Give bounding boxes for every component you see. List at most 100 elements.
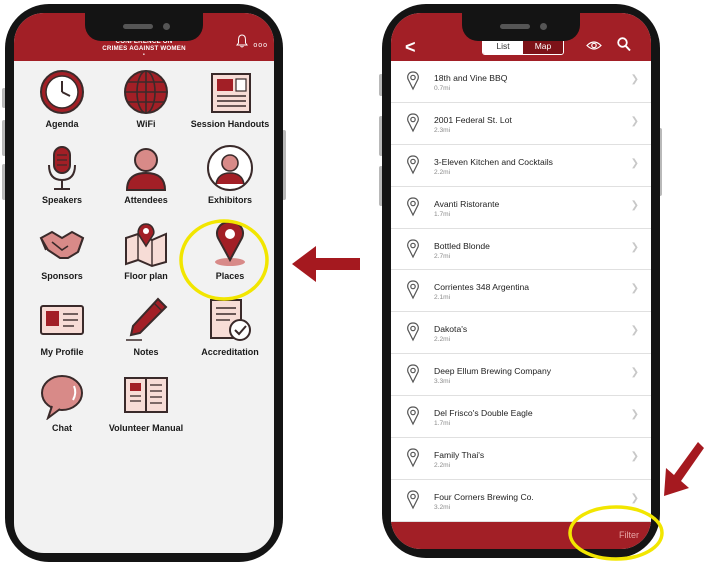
search-icon[interactable] [617, 37, 631, 52]
place-row[interactable]: 3-Eleven Kitchen and Cocktails 2.2mi ❯ [391, 144, 651, 187]
location-pin-icon [407, 113, 419, 133]
place-row[interactable]: 2001 Federal St. Lot 2.3mi ❯ [391, 102, 651, 145]
tile-attendees[interactable]: Attendees [104, 140, 188, 216]
place-row[interactable]: Avanti Ristorante 1.7mi ❯ [391, 186, 651, 229]
phone-notch [85, 13, 203, 41]
place-name: 3-Eleven Kitchen and Cocktails [434, 156, 553, 167]
tab-map[interactable]: Map [523, 39, 563, 54]
place-distance: 3.3mi [434, 378, 451, 386]
chevron-right-icon: ❯ [630, 451, 639, 463]
place-row[interactable]: Corrientes 348 Argentina 2.1mi ❯ [391, 270, 651, 313]
tab-list[interactable]: List [483, 39, 523, 54]
tile-label: Exhibitors [207, 195, 252, 205]
place-name: Del Frisco's Double Eagle [434, 408, 533, 419]
location-pin-icon [407, 490, 419, 510]
place-name: Bottled Blonde [434, 240, 490, 251]
tile-speakers[interactable]: Speakers [20, 140, 104, 216]
more-menu-icon[interactable]: ooo [253, 42, 268, 49]
chevron-right-icon: ❯ [630, 74, 639, 85]
pen-icon [126, 297, 168, 341]
place-distance: 2.2mi [434, 168, 451, 176]
chevron-right-icon: ❯ [630, 367, 639, 379]
chevron-right-icon: ❯ [630, 241, 639, 253]
right-phone-frame: < List Map 18th and Vine BBQ 0.7mi ❯ 200… [382, 4, 660, 558]
chat-bubble-icon [41, 375, 83, 420]
tile-chat[interactable]: Chat [20, 368, 104, 444]
chevron-right-icon: ❯ [630, 492, 639, 504]
location-pin-icon [407, 280, 419, 300]
filter-highlight-circle [568, 505, 664, 561]
eye-icon[interactable] [586, 40, 602, 51]
notification-bell-icon[interactable] [236, 34, 248, 48]
tile-label: Sponsors [41, 271, 83, 281]
globe-icon [124, 70, 168, 114]
tile-my-profile[interactable]: My Profile [20, 292, 104, 368]
tile-agenda[interactable]: Agenda [20, 64, 104, 140]
tile-label: Speakers [41, 195, 83, 205]
place-distance: 1.7mi [434, 210, 451, 218]
tile-sponsors[interactable]: Sponsors [20, 216, 104, 292]
arrow-to-places-icon [292, 246, 360, 282]
place-row[interactable]: Bottled Blonde 2.7mi ❯ [391, 228, 651, 271]
chevron-right-icon: ❯ [630, 115, 639, 127]
tile-volunteer-manual[interactable]: Volunteer Manual [104, 368, 188, 444]
places-list: 18th and Vine BBQ 0.7mi ❯ 2001 Federal S… [391, 61, 651, 522]
place-name: 2001 Federal St. Lot [434, 114, 512, 125]
id-card-icon [40, 305, 84, 335]
place-row[interactable]: Del Frisco's Double Eagle 1.7mi ❯ [391, 396, 651, 439]
tile-label: Attendees [124, 195, 168, 205]
place-name: Four Corners Brewing Co. [434, 491, 534, 502]
tile-label: Notes [133, 347, 159, 357]
tile-session-handouts[interactable]: Session Handouts [188, 64, 272, 140]
clock-icon [40, 70, 84, 114]
place-row[interactable]: Dakota's 2.2mi ❯ [391, 312, 651, 355]
phone-notch [462, 13, 580, 41]
tile-label: My Profile [40, 347, 84, 357]
tile-label: Floor plan [124, 271, 168, 281]
location-pin-icon [407, 155, 419, 175]
place-row[interactable]: Family Thai's 2.2mi ❯ [391, 438, 651, 480]
place-name: 18th and Vine BBQ [434, 73, 508, 83]
place-distance: 0.7mi [434, 85, 451, 92]
tile-label: Accreditation [201, 347, 259, 357]
place-distance: 2.7mi [434, 252, 451, 260]
tile-label: Session Handouts [190, 119, 270, 129]
location-pin-icon [407, 197, 419, 217]
chevron-right-icon: ❯ [630, 283, 639, 295]
tile-label: WiFi [136, 119, 156, 129]
location-pin-icon [407, 364, 419, 384]
place-name: Family Thai's [434, 450, 485, 461]
tile-wifi[interactable]: WiFi [104, 64, 188, 140]
tile-floor-plan[interactable]: Floor plan [104, 216, 188, 292]
place-name: Dakota's [434, 324, 468, 335]
tile-label: Agenda [45, 119, 79, 129]
chevron-right-icon: ❯ [630, 157, 639, 169]
certificate-icon [210, 299, 251, 341]
location-pin-icon [407, 71, 419, 91]
map-icon [125, 223, 167, 268]
tile-accreditation[interactable]: Accreditation [188, 292, 272, 368]
place-row[interactable]: 18th and Vine BBQ 0.7mi ❯ [391, 61, 651, 103]
location-pin-icon [407, 448, 419, 468]
book-icon [124, 377, 168, 413]
right-phone-screen: < List Map 18th and Vine BBQ 0.7mi ❯ 200… [391, 13, 651, 549]
place-name: Corrientes 348 Argentina [434, 282, 530, 293]
chevron-right-icon: ❯ [630, 325, 639, 337]
tile-label: Volunteer Manual [108, 423, 184, 433]
place-name: Avanti Ristorante [434, 198, 500, 209]
location-pin-icon [407, 322, 419, 342]
arrow-to-filter-icon [664, 442, 704, 496]
microphone-icon [48, 146, 76, 190]
newspaper-icon [211, 73, 251, 113]
tile-label: Chat [52, 423, 72, 433]
tile-exhibitors[interactable]: Exhibitors [188, 140, 272, 216]
tile-notes[interactable]: Notes [104, 292, 188, 368]
chevron-right-icon: ❯ [630, 199, 639, 211]
location-pin-icon [407, 238, 419, 258]
person-circle-icon [207, 145, 253, 191]
back-button[interactable]: < [405, 37, 416, 58]
place-row[interactable]: Deep Ellum Brewing Company 3.3mi ❯ [391, 354, 651, 397]
person-icon [125, 148, 167, 191]
place-distance: 2.2mi [434, 336, 451, 344]
place-name: Deep Ellum Brewing Company [434, 366, 552, 377]
